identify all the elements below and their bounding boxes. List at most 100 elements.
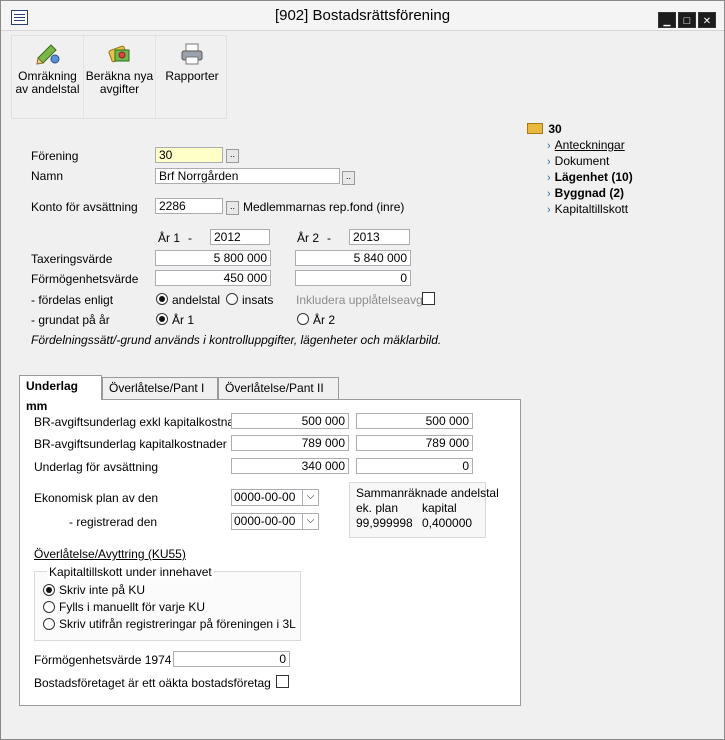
namn-label: Namn — [31, 169, 64, 183]
chevron-down-icon[interactable]: ⌵ — [302, 514, 318, 529]
close-button[interactable]: ✕ — [698, 12, 716, 28]
insats-radio[interactable] — [226, 293, 238, 305]
ar2-dash: - — [327, 231, 331, 245]
underlag-avsattning-ar1-input[interactable]: 340 000 — [231, 458, 349, 474]
br-exkl-label: BR-avgiftsunderlag exkl kapitalkostnader — [34, 415, 252, 429]
tree-item-byggnad[interactable]: › Byggnad (2) — [547, 186, 667, 202]
formogenhetsvarde-label: Förmögenhetsvärde — [31, 272, 139, 286]
inkludera-label: Inkludera upplåtelseavgift — [296, 293, 433, 307]
registreringar-label: Skriv utifrån registreringar på förening… — [59, 617, 296, 631]
tree-item-dokument[interactable]: › Dokument — [547, 154, 667, 170]
ar1-input[interactable]: 2012 — [210, 229, 270, 245]
underlag-avsattning-ar2-input[interactable]: 0 — [356, 458, 473, 474]
registrerad-date[interactable]: 0000-00-00 ⌵ — [231, 513, 319, 530]
tree-item-kapitaltillskott[interactable]: › Kapitaltillskott — [547, 202, 667, 218]
kapitaltillskott-group: Kapitaltillskott under innehavet Skriv i… — [34, 565, 301, 641]
tab-underlag[interactable]: Underlag mm — [19, 375, 102, 413]
window-title: [902] Bostadsrättsförening — [274, 7, 451, 24]
oakta-checkbox[interactable] — [276, 675, 289, 688]
insats-label: insats — [242, 293, 274, 307]
konto-input[interactable]: 2286 — [155, 198, 223, 214]
skriv-inte-radio[interactable] — [43, 584, 55, 596]
andelstal-radio[interactable] — [156, 293, 168, 305]
taxeringsvarde-label: Taxeringsvärde — [31, 252, 113, 266]
forening-input[interactable]: 30 — [155, 147, 223, 163]
br-kap-ar1-input[interactable]: 789 000 — [231, 435, 349, 451]
ar2-radio-label: År 2 — [313, 313, 336, 327]
manuellt-label: Fylls i manuellt för varje KU — [59, 600, 206, 614]
taxeringsvarde-ar2-input[interactable]: 5 840 000 — [295, 250, 411, 266]
formogenhetsvarde-1974-label: Förmögenhetsvärde 1974 — [34, 653, 172, 667]
toolbar: Omräkning av andelstal Beräkna nya avgif… — [11, 35, 227, 119]
namn-input[interactable]: Brf Norrgården — [155, 168, 340, 184]
tree-root-label: 30 — [548, 122, 562, 136]
chevron-right-icon: › — [547, 172, 551, 184]
ar2-radio[interactable] — [297, 313, 309, 325]
formogenhetsvarde-1974-input[interactable]: 0 — [173, 651, 290, 667]
andelstal-label: andelstal — [172, 293, 221, 307]
document-icon[interactable] — [11, 10, 28, 25]
tab-overlatelse-pant-1[interactable]: Överlåtelse/Pant I — [102, 377, 218, 400]
ar1-dash: - — [188, 231, 192, 245]
printer-icon — [181, 43, 203, 65]
inkludera-checkbox[interactable] — [422, 292, 435, 305]
konto-description: Medlemmarnas rep.fond (inre) — [243, 200, 405, 214]
rapporter-label: Rapporter — [165, 69, 219, 83]
skriv-inte-label: Skriv inte på KU — [59, 583, 146, 597]
forening-lookup-button[interactable]: .. — [226, 149, 239, 163]
registrerad-value: 0000-00-00 — [234, 514, 296, 528]
registrerad-label: - registrerad den — [69, 515, 158, 529]
manuellt-radio[interactable] — [43, 601, 55, 613]
tree-item-lagenhet[interactable]: › Lägenhet (10) — [547, 170, 667, 186]
formogenhetsvarde-ar2-input[interactable]: 0 — [295, 270, 411, 286]
registreringar-radio[interactable] — [43, 618, 55, 630]
ek-plan-value: 99,999998 — [356, 516, 413, 530]
berakna-label: Beräkna nya avgifter — [85, 69, 154, 96]
chevron-right-icon: › — [547, 188, 551, 200]
br-exkl-ar2-input[interactable]: 500 000 — [356, 413, 473, 429]
ekonomisk-plan-date[interactable]: 0000-00-00 ⌵ — [231, 489, 319, 506]
title-bar: [902] Bostadsrättsförening ▁ □ ✕ — [1, 1, 724, 31]
recalc-pencil-icon — [35, 44, 59, 65]
br-kap-ar2-input[interactable]: 789 000 — [356, 435, 473, 451]
ar1-radio[interactable] — [156, 313, 168, 325]
ekonomisk-plan-label: Ekonomisk plan av den — [34, 491, 159, 505]
grundat-label: - grundat på år — [31, 313, 110, 327]
rapporter-button[interactable]: Rapporter — [156, 36, 228, 118]
br-exkl-ar1-input[interactable]: 500 000 — [231, 413, 349, 429]
namn-lookup-button[interactable]: .. — [342, 171, 355, 185]
ar1-label: År 1 — [158, 231, 181, 245]
minimize-button[interactable]: ▁ — [658, 12, 676, 28]
kapital-header: kapital — [422, 501, 457, 515]
forening-label: Förening — [31, 149, 79, 163]
sammanraknade-group: Sammanräknade andelstal ek. plan kapital… — [349, 482, 499, 538]
kapitaltillskott-group-title: Kapitaltillskott under innehavet — [47, 565, 214, 579]
chevron-right-icon: › — [547, 204, 551, 216]
tree-root[interactable]: 30 — [527, 122, 667, 138]
ar2-label: År 2 — [297, 231, 320, 245]
formogenhetsvarde-ar1-input[interactable]: 450 000 — [155, 270, 271, 286]
taxeringsvarde-ar1-input[interactable]: 5 800 000 — [155, 250, 271, 266]
berakna-avgifter-button[interactable]: Beräkna nya avgifter — [84, 36, 156, 118]
sammanraknade-title: Sammanräknade andelstal — [356, 486, 499, 500]
tab-overlatelse-pant-2[interactable]: Överlåtelse/Pant II — [218, 377, 339, 400]
chevron-right-icon: › — [547, 140, 551, 152]
fordelas-label: - fördelas enligt — [31, 293, 114, 307]
chevron-down-icon[interactable]: ⌵ — [302, 490, 318, 505]
underlag-avsattning-label: Underlag för avsättning — [34, 460, 159, 474]
ar1-radio-label: År 1 — [172, 313, 195, 327]
fordelning-note: Fördelningssätt/-grund används i kontrol… — [31, 333, 442, 347]
konto-lookup-button[interactable]: .. — [226, 201, 239, 215]
navigation-tree: 30 › Anteckningar › Dokument › Lägenhet (10… — [527, 122, 667, 218]
ku55-label: Överlåtelse/Avyttring (KU55) — [34, 547, 186, 561]
chevron-right-icon: › — [547, 156, 551, 168]
ekonomisk-plan-value: 0000-00-00 — [234, 490, 296, 504]
maximize-button[interactable]: □ — [678, 12, 696, 28]
omrakning-label: Omräkning av andelstal — [15, 69, 80, 96]
omrakning-andelstal-button[interactable]: Omräkning av andelstal — [12, 36, 84, 118]
br-kap-label: BR-avgiftsunderlag kapitalkostnader — [34, 437, 227, 451]
money-calc-icon — [107, 45, 129, 63]
tree-item-anteckningar[interactable]: › Anteckningar — [547, 138, 667, 154]
ar2-input[interactable]: 2013 — [349, 229, 410, 245]
tab-panel-underlag: BR-avgiftsunderlag exkl kapitalkostnader… — [19, 399, 521, 706]
